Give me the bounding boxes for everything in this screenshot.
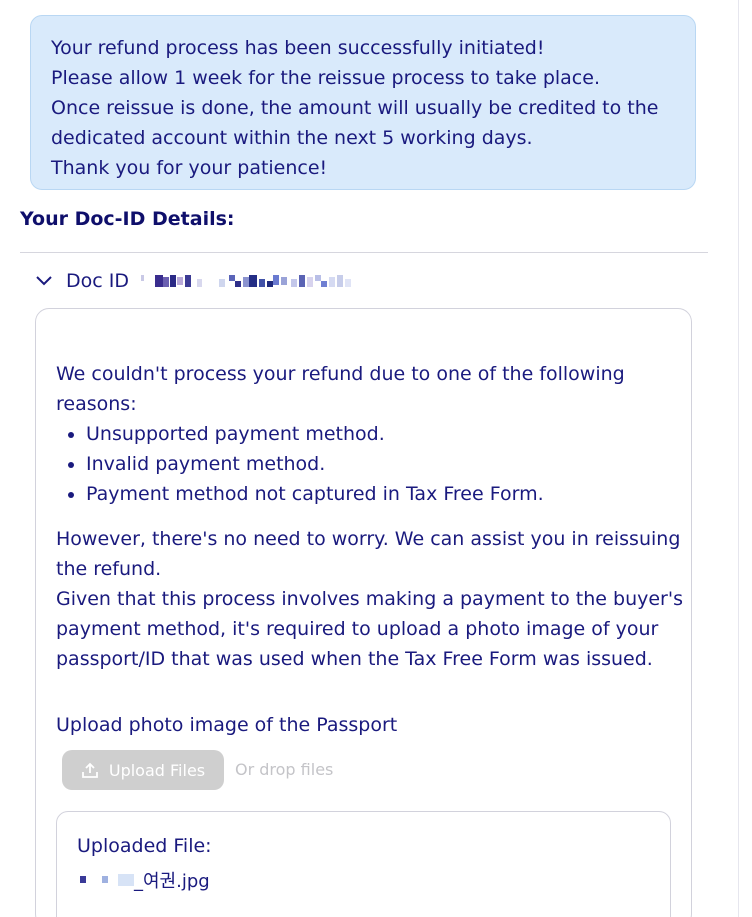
refund-failure-intro: We couldn't process your refund due to o… — [56, 359, 625, 419]
upload-icon — [81, 762, 98, 778]
divider — [20, 252, 708, 253]
upload-label: Upload photo image of the Passport — [56, 714, 398, 736]
explanation-line: Given that this process involves making … — [56, 588, 683, 610]
page: Your refund process has been successfull… — [0, 0, 752, 917]
banner-line: Once reissue is done, the amount will us… — [51, 97, 659, 119]
explanation-line: However, there's no need to worry. We ca… — [56, 528, 681, 550]
redacted-file-prefix — [80, 874, 134, 886]
list-item: Invalid payment method. — [86, 449, 544, 479]
doc-id-label: Doc ID — [66, 270, 129, 292]
banner-line: Your refund process has been successfull… — [51, 37, 545, 59]
explanation-line: the refund. — [56, 558, 162, 580]
banner-line: Thank you for your patience! — [51, 157, 328, 179]
chevron-down-icon — [36, 276, 52, 286]
explanation-line: passport/ID that was used when the Tax F… — [56, 648, 653, 670]
intro-line: reasons: — [56, 393, 137, 415]
banner-line: Please allow 1 week for the reissue proc… — [51, 67, 600, 89]
uploaded-file-item[interactable]: _여권.jpg — [80, 868, 210, 892]
reissue-explanation: However, there's no need to worry. We ca… — [56, 524, 683, 674]
success-banner: Your refund process has been successfull… — [30, 15, 696, 190]
scrollbar-track[interactable] — [738, 0, 739, 917]
uploaded-file-name: _여권.jpg — [134, 871, 210, 892]
explanation-line: payment method, it's required to upload … — [56, 618, 659, 640]
banner-line: dedicated account within the next 5 work… — [51, 127, 533, 149]
list-item: Payment method not captured in Tax Free … — [86, 479, 544, 509]
reasons-list: Unsupported payment method. Invalid paym… — [56, 419, 544, 509]
doc-id-accordion-toggle[interactable]: Doc ID — [34, 266, 394, 296]
uploaded-files-panel — [56, 811, 671, 917]
intro-line: We couldn't process your refund due to o… — [56, 363, 625, 385]
doc-id-details-title: Your Doc-ID Details: — [20, 208, 235, 230]
upload-files-button[interactable]: Upload Files — [62, 750, 224, 790]
upload-button-label: Upload Files — [108, 760, 206, 780]
drop-files-hint: Or drop files — [235, 760, 334, 779]
list-item: Unsupported payment method. — [86, 419, 544, 449]
redacted-doc-id — [140, 275, 351, 287]
uploaded-file-title: Uploaded File: — [77, 835, 212, 857]
